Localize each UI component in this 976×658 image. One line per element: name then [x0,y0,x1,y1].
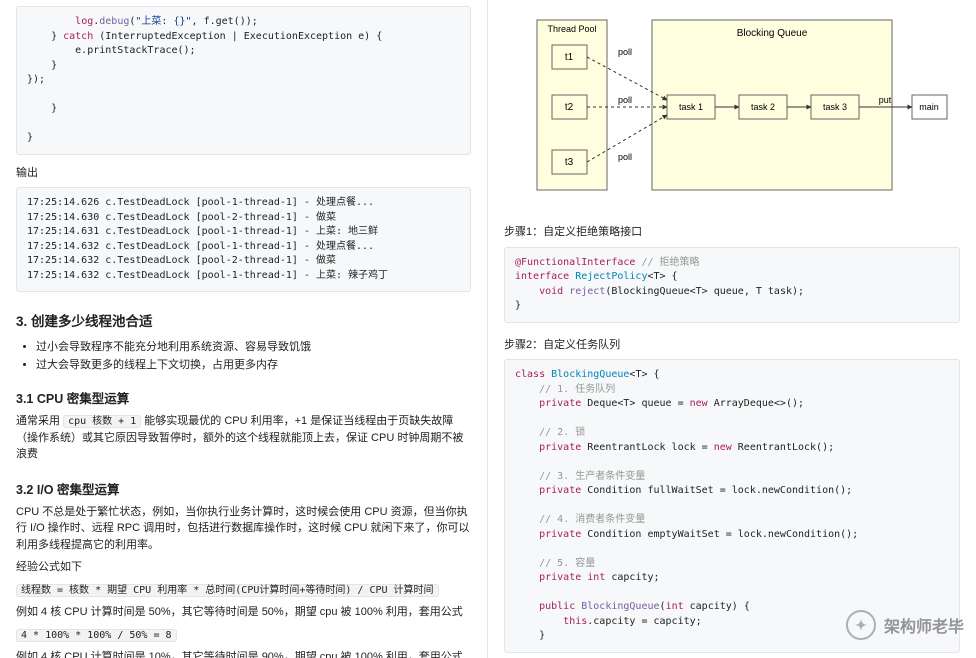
example-2-text: 例如 4 核 CPU 计算时间是 10%，其它等待时间是 90%，期望 cpu … [16,649,471,658]
para-3-1: 通常采用 cpu 核数 + 1 能够实现最优的 CPU 利用率，+1 是保证当线… [16,413,471,463]
watermark-text: 架构师老毕 [884,613,964,637]
wechat-icon: ✦ [846,610,876,640]
output-block: 17:25:14.626 c.TestDeadLock [pool-1-thre… [16,187,471,292]
svg-text:t3: t3 [565,157,574,168]
list-item: 过大会导致更多的线程上下文切换，占用更多内存 [36,356,471,372]
list-item: 过小会导致程序不能充分地利用系统资源、容易导致饥饿 [36,338,471,354]
output-title: 输出 [16,165,471,182]
formula-io: 线程数 = 核数 * 期望 CPU 利用率 * 总时间(CPU计算时间+等待时间… [16,584,439,597]
example-1-text: 例如 4 核 CPU 计算时间是 50%，其它等待时间是 50%，期望 cpu … [16,604,471,621]
svg-text:Blocking Queue: Blocking Queue [737,28,808,39]
svg-text:task 3: task 3 [823,102,847,112]
formula-cpu: cpu 核数 + 1 [63,415,141,428]
right-column: Thread Pool t1 t2 t3 Blocking Queue task… [488,0,976,658]
svg-text:poll: poll [618,152,632,162]
heading-3: 3. 创建多少线程池合适 [16,310,471,330]
svg-text:poll: poll [618,95,632,105]
pool-size-bullets: 过小会导致程序不能充分地利用系统资源、容易导致饥饿 过大会导致更多的线程上下文切… [16,338,471,372]
svg-text:t1: t1 [565,52,574,63]
svg-text:task 2: task 2 [751,102,775,112]
step1-caption: 步骤1：自定义拒绝策略接口 [504,224,960,241]
example-1-formula: 4 * 100% * 100% / 50% = 8 [16,629,177,642]
heading-3-2: 3.2 I/O 密集型运算 [16,479,471,498]
wechat-watermark: ✦ 架构师老毕 [846,610,964,640]
reject-policy-code: @FunctionalInterface // 拒绝策略 interface R… [504,247,960,323]
para-3-2: CPU 不总是处于繁忙状态，例如，当你执行业务计算时，这时候会使用 CPU 资源… [16,504,471,554]
svg-text:main: main [919,102,939,112]
code-snippet-top: log.debug("上菜: {}", f.get()); } catch (I… [16,6,471,155]
heading-3-1: 3.1 CPU 密集型运算 [16,388,471,407]
step2-caption: 步骤2：自定义任务队列 [504,337,960,354]
svg-text:poll: poll [618,47,632,57]
svg-text:task 1: task 1 [679,102,703,112]
thread-pool-diagram: Thread Pool t1 t2 t3 Blocking Queue task… [504,0,960,210]
left-column: log.debug("上菜: {}", f.get()); } catch (I… [0,0,488,658]
para-3-2b: 经验公式如下 [16,559,471,576]
svg-text:t2: t2 [565,102,574,113]
svg-text:Thread Pool: Thread Pool [547,24,596,34]
blocking-queue-code: class BlockingQueue<T> { // 1. 任务队列 priv… [504,359,960,653]
svg-text:put: put [879,95,892,105]
